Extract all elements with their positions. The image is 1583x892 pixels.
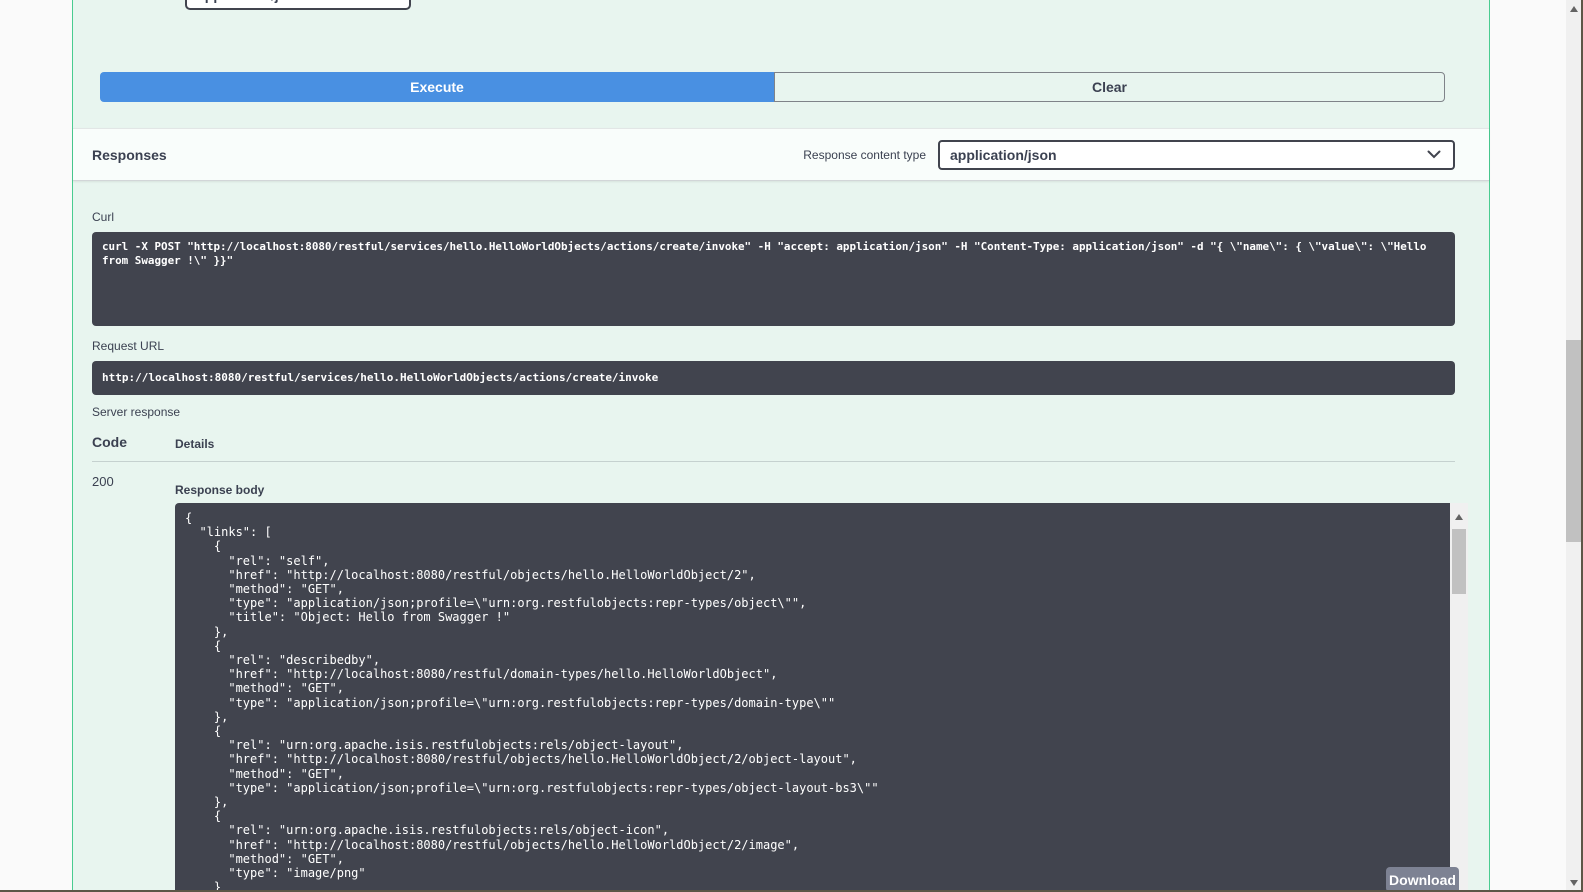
response-body-json: { "links": [ { "rel": "self", "href": "h…	[175, 503, 1450, 892]
download-button[interactable]: Download	[1386, 867, 1459, 892]
execute-button[interactable]: Execute	[100, 72, 774, 102]
status-code: 200	[92, 474, 114, 489]
clear-button[interactable]: Clear	[774, 72, 1445, 102]
post-operation-section: application/json Execute Clear Responses…	[72, 0, 1490, 892]
execute-button-label: Execute	[410, 79, 464, 95]
execute-clear-bar: Execute Clear	[100, 72, 1445, 102]
responses-title: Responses	[92, 147, 167, 163]
responses-header: Responses Response content type applicat…	[73, 128, 1489, 181]
chevron-down-icon	[1427, 150, 1441, 159]
scroll-down-icon[interactable]	[1570, 880, 1578, 886]
clear-button-label: Clear	[1092, 79, 1127, 95]
table-divider	[92, 461, 1455, 462]
response-content-type-group: Response content type application/json	[803, 140, 1455, 170]
scroll-up-icon[interactable]	[1455, 514, 1463, 520]
response-content-type-select[interactable]: application/json	[938, 140, 1455, 170]
swagger-ui-page: application/json Execute Clear Responses…	[0, 0, 1583, 892]
curl-label: Curl	[92, 210, 114, 224]
response-body-label: Response body	[175, 483, 264, 497]
response-body-scrollbar-thumb[interactable]	[1452, 529, 1466, 594]
request-url-block: http://localhost:8080/restful/services/h…	[92, 361, 1455, 395]
page-scrollbar[interactable]	[1566, 0, 1583, 892]
response-body-block: { "links": [ { "rel": "self", "href": "h…	[175, 503, 1468, 892]
curl-command-block: curl -X POST "http://localhost:8080/rest…	[92, 232, 1455, 326]
request-url-label: Request URL	[92, 339, 164, 353]
server-response-label: Server response	[92, 405, 180, 419]
download-button-label: Download	[1389, 872, 1456, 888]
parameter-content-type-select[interactable]: application/json	[185, 0, 411, 10]
scroll-up-icon[interactable]	[1570, 6, 1578, 12]
response-content-type-label: Response content type	[803, 148, 926, 162]
details-column-header: Details	[175, 437, 214, 451]
page-scrollbar-thumb[interactable]	[1566, 340, 1583, 542]
response-content-type-value: application/json	[950, 147, 1057, 163]
code-column-header: Code	[92, 434, 127, 450]
parameter-content-type-value: application/json	[197, 0, 304, 3]
response-body-scrollbar[interactable]	[1450, 503, 1468, 892]
